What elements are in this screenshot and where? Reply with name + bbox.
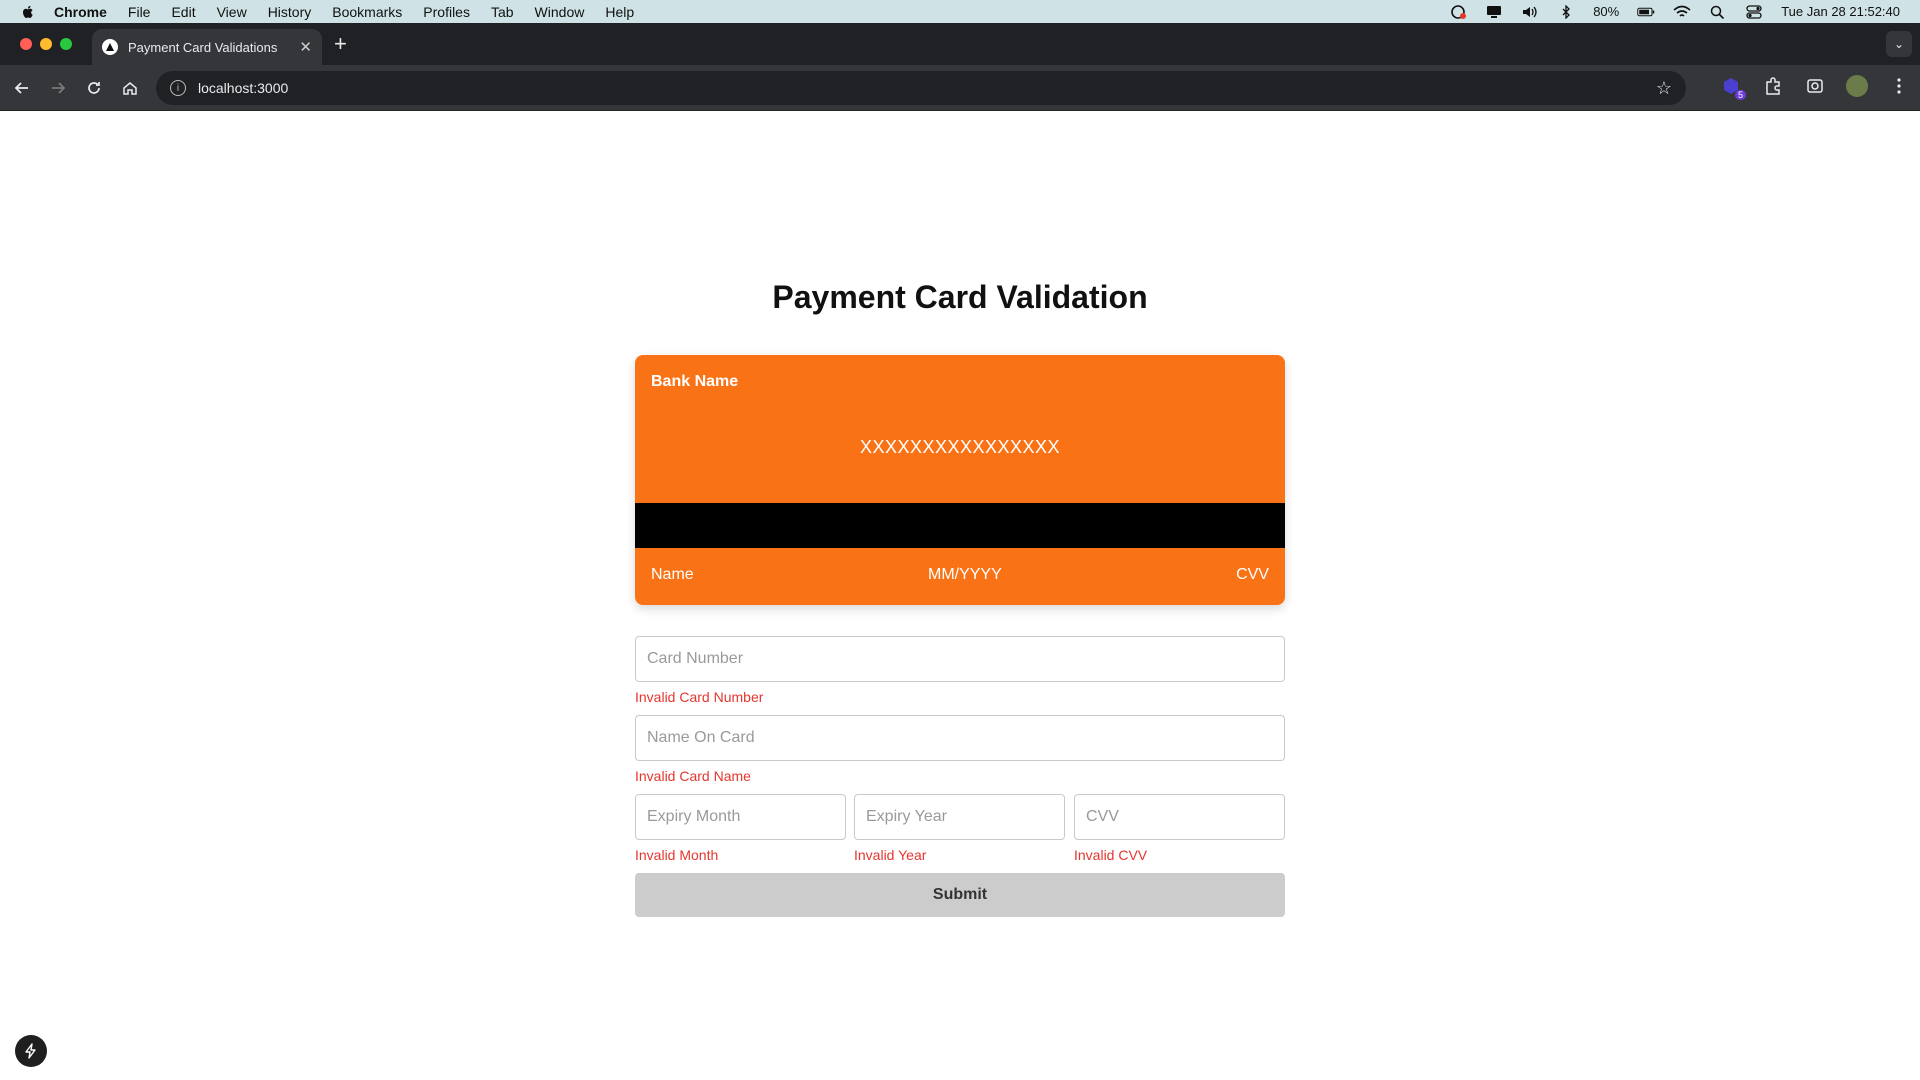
wifi-icon[interactable] <box>1673 5 1691 19</box>
menu-file[interactable]: File <box>128 4 151 20</box>
expiry-year-error: Invalid Year <box>854 847 927 863</box>
extensions-puzzle-icon[interactable] <box>1762 75 1784 97</box>
extension-hexagon-icon[interactable]: 5 <box>1720 75 1746 100</box>
menu-help[interactable]: Help <box>605 4 634 20</box>
profile-avatar[interactable] <box>1846 75 1868 97</box>
menu-profiles[interactable]: Profiles <box>423 4 470 20</box>
menu-view[interactable]: View <box>217 4 247 20</box>
browser-tab-active[interactable]: Payment Card Validations ✕ <box>92 29 322 65</box>
page-title: Payment Card Validation <box>772 279 1148 315</box>
card-holder-name: Name <box>651 566 694 583</box>
window-minimize-button[interactable] <box>40 38 52 50</box>
battery-percentage: 80% <box>1593 4 1620 19</box>
volume-icon[interactable] <box>1521 5 1539 19</box>
battery-icon[interactable] <box>1637 5 1655 19</box>
tab-title: Payment Card Validations <box>128 39 278 55</box>
chrome-menu-kebab-icon[interactable] <box>1888 75 1910 97</box>
spotlight-search-icon[interactable] <box>1709 5 1727 19</box>
apple-logo-icon[interactable] <box>20 4 36 20</box>
extension-badge: 5 <box>1734 90 1746 100</box>
macos-menubar: Chrome File Edit View History Bookmarks … <box>0 0 1920 23</box>
card-expiry-display: MM/YYYY <box>927 566 1002 583</box>
bluetooth-icon[interactable] <box>1557 4 1575 19</box>
menu-bookmarks[interactable]: Bookmarks <box>332 4 402 20</box>
new-tab-button[interactable]: + <box>334 31 347 57</box>
site-info-icon[interactable]: i <box>170 80 186 96</box>
dev-tools-button[interactable] <box>15 1035 47 1067</box>
home-icon[interactable] <box>112 70 148 106</box>
menu-history[interactable]: History <box>268 4 312 20</box>
menu-tab[interactable]: Tab <box>491 4 514 20</box>
tab-search-chevron-icon[interactable]: ⌄ <box>1886 31 1912 57</box>
card-number-error: Invalid Card Number <box>635 689 764 705</box>
browser-toolbar: i localhost:3000 ☆ 5 <box>0 65 1920 111</box>
card-magnetic-strip <box>635 503 1285 548</box>
cvv-input[interactable] <box>1074 794 1285 840</box>
menubar-clock[interactable]: Tue Jan 28 21:52:40 <box>1781 4 1900 19</box>
display-icon[interactable] <box>1485 5 1503 19</box>
forward-arrow-icon[interactable] <box>40 70 76 106</box>
expiry-month-input[interactable] <box>635 794 846 840</box>
back-arrow-icon[interactable] <box>4 70 40 106</box>
creative-cloud-icon[interactable] <box>1449 4 1467 19</box>
address-bar[interactable]: i localhost:3000 ☆ <box>156 71 1686 105</box>
card-bank-name: Bank Name <box>651 373 739 390</box>
payment-card-preview: Bank Name XXXXXXXXXXXXXXXX Name MM/YYYY … <box>635 355 1285 605</box>
cvv-error: Invalid CVV <box>1074 847 1148 863</box>
card-details-row: Name MM/YYYY CVV <box>651 566 1269 584</box>
window-maximize-button[interactable] <box>60 38 72 50</box>
screenshot-capture-icon[interactable] <box>1804 75 1826 97</box>
menu-app-name[interactable]: Chrome <box>54 4 107 20</box>
expiry-month-error: Invalid Month <box>635 847 719 863</box>
menu-edit[interactable]: Edit <box>171 4 195 20</box>
tab-close-icon[interactable]: ✕ <box>299 38 312 56</box>
address-bar-url[interactable]: localhost:3000 <box>198 80 288 96</box>
tab-favicon-icon <box>102 39 118 55</box>
card-cvv-display: CVV <box>1236 566 1269 583</box>
bookmark-star-icon[interactable]: ☆ <box>1656 78 1672 99</box>
reload-icon[interactable] <box>76 70 112 106</box>
control-center-icon[interactable] <box>1745 4 1763 19</box>
window-close-button[interactable] <box>20 38 32 50</box>
lightning-bolt-icon <box>25 1043 36 1059</box>
name-on-card-input[interactable] <box>635 715 1285 761</box>
page-viewport: Payment Card Validation Bank Name XXXXXX… <box>0 111 1920 1080</box>
browser-tab-strip: Payment Card Validations ✕ + ⌄ <box>0 23 1920 65</box>
card-name-error: Invalid Card Name <box>635 768 751 784</box>
submit-button[interactable]: Submit <box>635 873 1285 917</box>
card-number-input[interactable] <box>635 636 1285 682</box>
expiry-year-input[interactable] <box>854 794 1065 840</box>
card-number-display: XXXXXXXXXXXXXXXX <box>859 437 1061 457</box>
menu-window[interactable]: Window <box>535 4 585 20</box>
toolbar-extensions: 5 <box>1720 75 1910 100</box>
